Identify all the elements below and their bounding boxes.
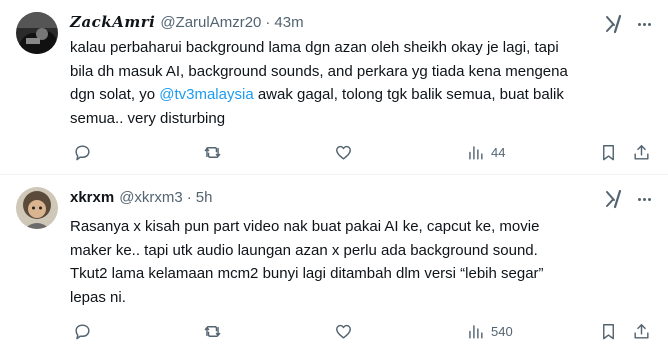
share-button[interactable] bbox=[632, 319, 651, 343]
grok-icon[interactable] bbox=[604, 14, 624, 34]
share-icon bbox=[634, 144, 649, 160]
tweet-text-line: Tkut2 lama kelamaan mcm2 bunyi lagi dita… bbox=[70, 265, 544, 282]
separator-dot: · bbox=[265, 13, 271, 31]
like-icon bbox=[336, 145, 351, 160]
share-icon bbox=[634, 323, 649, 339]
tweet-text-line: lepas ni. bbox=[70, 288, 126, 306]
views-icon bbox=[469, 145, 483, 160]
views-button[interactable]: 540 bbox=[466, 319, 513, 343]
user-handle[interactable]: @ZarulAmzr20 bbox=[160, 14, 261, 31]
tweet-text-line: bila dh masuk AI, background sounds, and… bbox=[70, 62, 568, 80]
grok-icon[interactable] bbox=[604, 189, 624, 209]
share-button[interactable] bbox=[632, 140, 651, 164]
tweet[interactable]: xkrxm @xkrxm3 · 5h Rasanya x kisah pun p… bbox=[0, 175, 668, 354]
tweet-text-line: kalau perbaharui background lama dgn aza… bbox=[70, 39, 559, 56]
bookmark-button[interactable] bbox=[599, 140, 618, 164]
display-name[interactable]: 𝒁𝒂𝒄𝒌𝑨𝒎𝒓𝒊 bbox=[70, 13, 155, 31]
bookmark-button[interactable] bbox=[599, 319, 618, 343]
display-name[interactable]: xkrxm bbox=[70, 189, 114, 206]
reply-button[interactable] bbox=[73, 140, 98, 164]
avatar[interactable] bbox=[16, 187, 58, 229]
mention-link[interactable]: @tv3malaysia bbox=[159, 86, 253, 103]
action-bar: 540 bbox=[70, 319, 660, 343]
views-count: 540 bbox=[491, 323, 513, 339]
bookmark-icon bbox=[603, 323, 614, 339]
tweet-text: Rasanya x kisah pun part video nak buat … bbox=[70, 215, 655, 309]
action-bar: 44 bbox=[70, 140, 660, 164]
text-segment: dgn solat, yo bbox=[70, 86, 160, 103]
separator-dot: · bbox=[186, 188, 192, 206]
tweet-text: kalau perbaharui background lama dgn aza… bbox=[70, 36, 655, 130]
reply-button[interactable] bbox=[73, 319, 98, 343]
retweet-icon bbox=[204, 146, 221, 158]
retweet-button[interactable] bbox=[203, 319, 228, 343]
text-segment: awak gagal, tolong tgk balik semua, buat… bbox=[253, 86, 564, 103]
tweet-header: xkrxm @xkrxm3 · 5h bbox=[70, 187, 212, 207]
views-icon bbox=[469, 324, 483, 339]
tweet-header: 𝒁𝒂𝒄𝒌𝑨𝒎𝒓𝒊 @ZarulAmzr20 · 43m bbox=[70, 12, 304, 32]
tweet-text-line: Rasanya x kisah pun part video nak buat … bbox=[70, 218, 540, 235]
bookmark-icon bbox=[603, 144, 614, 160]
tweet[interactable]: 𝒁𝒂𝒄𝒌𝑨𝒎𝒓𝒊 @ZarulAmzr20 · 43m kalau perbah… bbox=[0, 0, 668, 174]
user-handle[interactable]: @xkrxm3 bbox=[119, 189, 183, 206]
more-icon[interactable] bbox=[634, 189, 654, 209]
more-icon[interactable] bbox=[634, 14, 654, 34]
reply-icon bbox=[75, 144, 90, 160]
views-button[interactable]: 44 bbox=[466, 140, 505, 164]
like-icon bbox=[336, 324, 351, 339]
views-count: 44 bbox=[491, 144, 506, 160]
tweet-text-line: semua.. very disturbing bbox=[70, 109, 226, 127]
retweet-icon bbox=[204, 325, 221, 337]
tweet-text-line: dgn solat, yo @tv3malaysia awak gagal, t… bbox=[70, 83, 655, 107]
timestamp[interactable]: 43m bbox=[274, 14, 303, 31]
avatar[interactable] bbox=[16, 12, 58, 54]
reply-icon bbox=[75, 323, 90, 339]
timestamp[interactable]: 5h bbox=[196, 189, 213, 206]
retweet-button[interactable] bbox=[203, 140, 228, 164]
like-button[interactable] bbox=[334, 319, 359, 343]
tweet-text-line: maker ke.. tapi utk audio laungan azan x… bbox=[70, 241, 538, 259]
like-button[interactable] bbox=[334, 140, 359, 164]
